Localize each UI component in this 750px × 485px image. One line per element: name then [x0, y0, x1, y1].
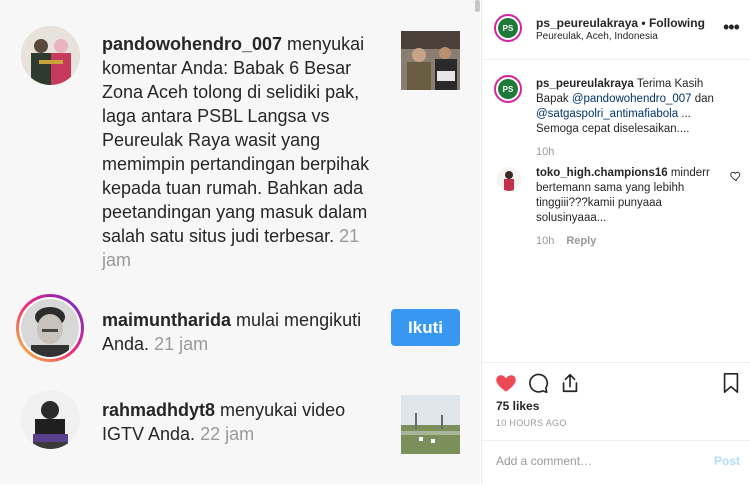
account-avatar[interactable]: PS: [494, 75, 522, 103]
avatar[interactable]: [21, 390, 80, 449]
comment-time[interactable]: 10h: [536, 235, 554, 247]
bookmark-icon[interactable]: [720, 372, 742, 394]
activity-username[interactable]: maimuntharida: [102, 310, 231, 330]
add-comment-bar: Post: [482, 440, 750, 485]
comment-input[interactable]: [494, 453, 698, 469]
reply-button[interactable]: Reply: [566, 235, 596, 247]
avatar-story-ring[interactable]: [16, 294, 84, 362]
post-location[interactable]: Peureulak, Aceh, Indonesia: [536, 31, 658, 42]
activity-text: maimuntharida mulai mengikuti Anda. 21 j…: [102, 308, 382, 356]
comment-bubble-icon[interactable]: [527, 372, 549, 394]
video-thumbnail[interactable]: [401, 395, 460, 454]
comment-username[interactable]: toko_high.champions16: [536, 167, 668, 179]
activity-time: 22 jam: [200, 424, 255, 444]
activity-text: pandowohendro_007 menyukai komentar Anda…: [102, 32, 372, 272]
activity-username[interactable]: pandowohendro_007: [102, 34, 282, 54]
activity-item[interactable]: rahmadhdyt8 menyukai video IGTV Anda. 22…: [0, 380, 470, 480]
share-icon[interactable]: [559, 372, 581, 394]
avatar: [21, 299, 79, 357]
more-options-icon[interactable]: •••: [723, 18, 743, 36]
commenter-avatar[interactable]: [497, 167, 521, 191]
comment-meta: 10h Reply: [536, 235, 596, 247]
like-comment-heart-icon[interactable]: [730, 170, 742, 182]
post-timestamp: 10 HOURS AGO: [496, 418, 567, 428]
activity-text: rahmadhdyt8 menyukai video IGTV Anda. 22…: [102, 398, 382, 446]
caption-username[interactable]: ps_peureulakraya: [536, 78, 634, 90]
activity-message: menyukai komentar Anda: Babak 6 Besar Zo…: [102, 34, 370, 246]
post-panel: PS ps_peureulakraya • Following Peureula…: [481, 0, 750, 484]
caption-mention[interactable]: @pandowohendro_007: [572, 93, 692, 105]
activity-feed: pandowohendro_007 menyukai komentar Anda…: [0, 0, 480, 484]
caption-mention[interactable]: @satgaspolri_antimafiabola: [536, 108, 678, 120]
caption-time[interactable]: 10h: [536, 146, 554, 158]
activity-username[interactable]: rahmadhdyt8: [102, 400, 215, 420]
post-comment-button[interactable]: Post: [714, 454, 740, 468]
scrollbar[interactable]: [475, 0, 480, 484]
activity-time: 21 jam: [154, 334, 209, 354]
post-header: PS ps_peureulakraya • Following Peureula…: [482, 0, 750, 60]
post-header-title: ps_peureulakraya • Following: [536, 16, 705, 30]
comment: toko_high.champions16 minderr bertemann …: [536, 166, 716, 226]
account-avatar[interactable]: PS: [494, 14, 522, 42]
post-author[interactable]: ps_peureulakraya: [536, 16, 638, 30]
follow-button[interactable]: Ikuti: [391, 309, 460, 346]
activity-item[interactable]: pandowohendro_007 menyukai komentar Anda…: [0, 0, 470, 290]
avatar[interactable]: [21, 26, 80, 85]
following-status[interactable]: Following: [649, 16, 705, 30]
caption-text: dan: [694, 93, 714, 105]
like-heart-icon[interactable]: [495, 372, 517, 394]
post-thumbnail[interactable]: [401, 31, 460, 90]
like-count[interactable]: 75 likes: [496, 399, 539, 413]
post-actions-divider: [482, 362, 750, 373]
separator-dot: •: [638, 16, 649, 30]
post-caption: ps_peureulakraya Terima Kasih Bapak @pan…: [536, 77, 736, 137]
